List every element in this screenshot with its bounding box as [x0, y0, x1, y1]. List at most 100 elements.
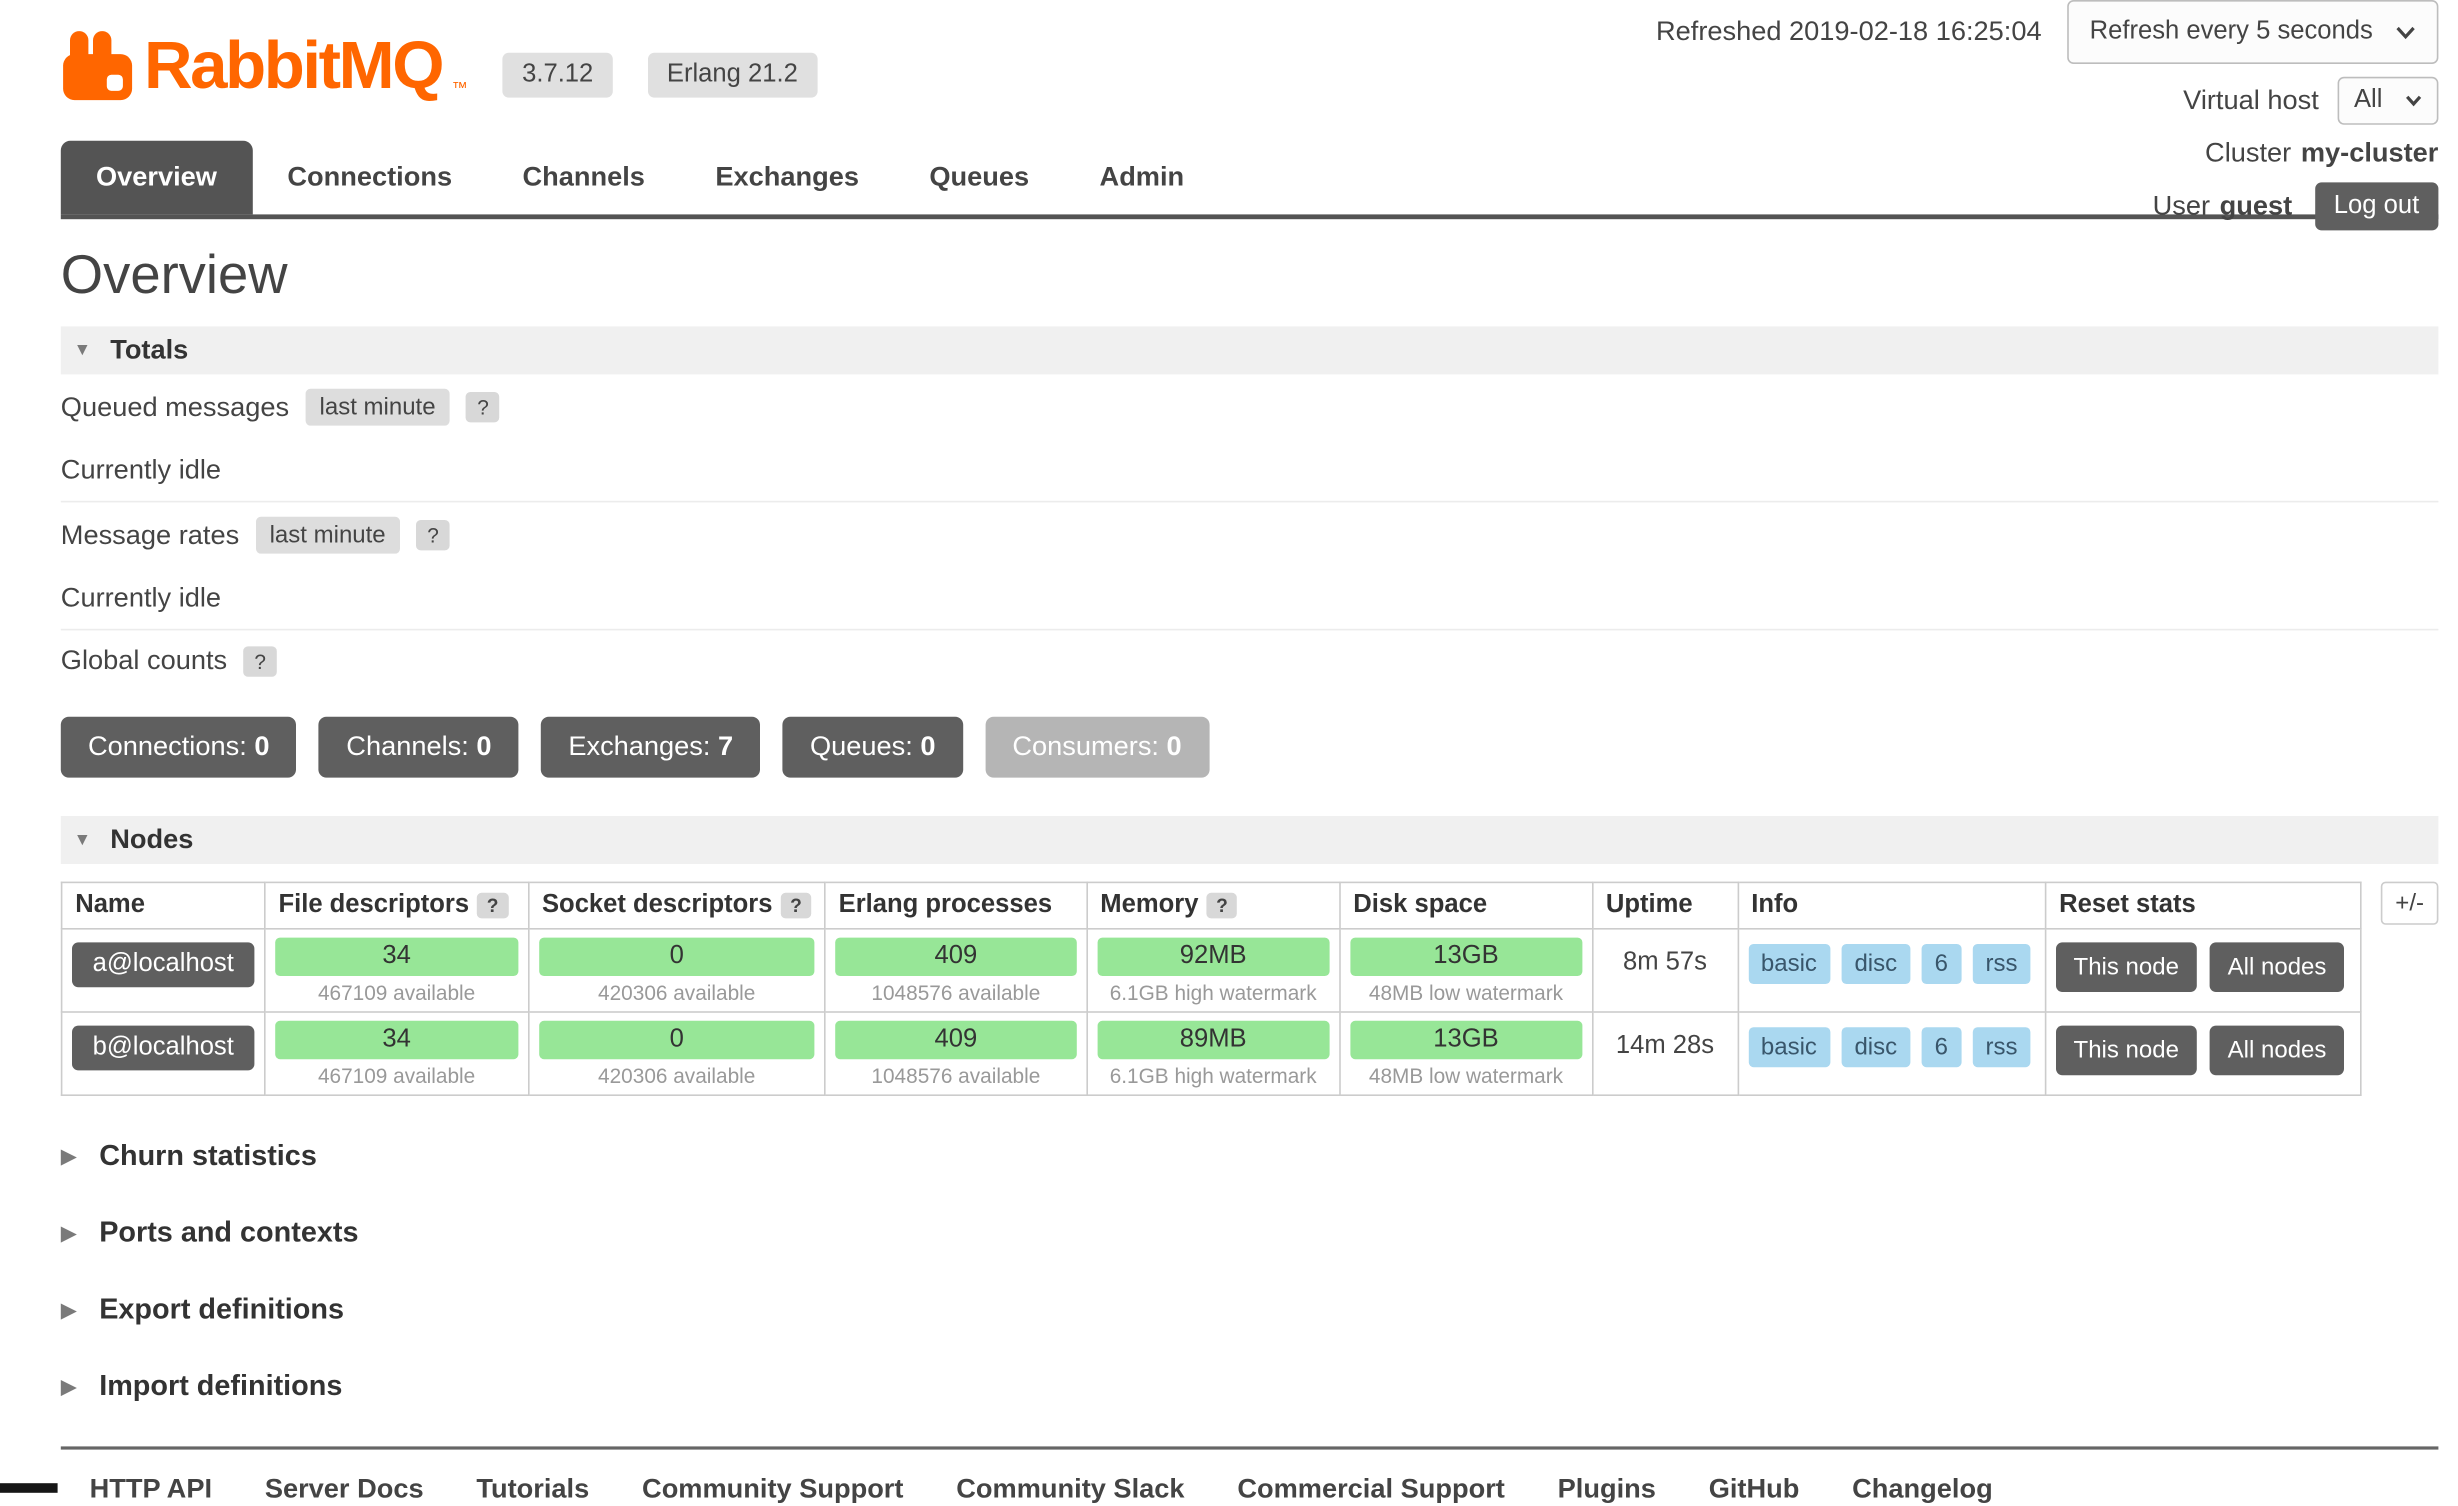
file-descriptors-meter: 34 [275, 938, 518, 976]
footer-link-community-support[interactable]: Community Support [642, 1474, 903, 1506]
virtual-host-select[interactable]: All [2338, 77, 2438, 125]
memory-watermark: 6.1GB high watermark [1097, 1064, 1329, 1088]
socket-descriptors-help-icon[interactable]: ? [780, 893, 811, 919]
queued-messages-window-badge[interactable]: last minute [305, 389, 450, 426]
col-name: Name [62, 882, 265, 928]
erlang-processes-available: 1048576 available [835, 981, 1076, 1005]
reset-all-nodes-button[interactable]: All nodes [2210, 1026, 2344, 1076]
count-value: 0 [920, 731, 935, 761]
node-name-badge[interactable]: b@localhost [72, 1026, 254, 1071]
memory-strategy-badge: rss [1973, 944, 2031, 984]
connections-count-badge: Connections: 0 [61, 717, 297, 778]
socket-descriptors-meter: 0 [539, 938, 815, 976]
footer-link-commercial-support[interactable]: Commercial Support [1237, 1474, 1505, 1506]
footer-link-plugins[interactable]: Plugins [1558, 1474, 1656, 1506]
refresh-interval-select[interactable]: Refresh every 5 seconds [2067, 0, 2438, 64]
brand-name: RabbitMQ [144, 32, 442, 99]
reset-this-node-button[interactable]: This node [2056, 1026, 2197, 1076]
collapse-icon: ▼ [74, 830, 91, 849]
socket-descriptors-available: 420306 available [539, 981, 815, 1005]
global-counts-row: Global counts ? [61, 630, 2439, 691]
count-label: Exchanges: [568, 731, 710, 761]
user-name: guest [2220, 190, 2293, 222]
section-churn-statistics[interactable]: ▶ Churn statistics [61, 1139, 2439, 1173]
column-toggle-button[interactable]: +/- [2381, 882, 2439, 925]
totals-section-toggle[interactable]: ▼ Totals [61, 326, 2439, 374]
tab-queues[interactable]: Queues [894, 141, 1064, 215]
memory-meter: 92MB [1097, 938, 1329, 976]
tab-overview[interactable]: Overview [61, 141, 252, 215]
refreshed-timestamp: Refreshed 2019-02-18 16:25:04 [1656, 16, 2042, 48]
node-type-badge: disc [1842, 1027, 1910, 1067]
socket-descriptors-meter: 0 [539, 1021, 815, 1059]
section-import-definitions[interactable]: ▶ Import definitions [61, 1370, 2439, 1404]
cluster-name: my-cluster [2301, 138, 2439, 170]
global-counts-help-icon[interactable]: ? [243, 646, 277, 676]
col-uptime: Uptime [1592, 882, 1737, 928]
queued-messages-help-icon[interactable]: ? [466, 392, 500, 422]
memory-strategy-badge: rss [1973, 1027, 2031, 1067]
virtual-host-label: Virtual host [2183, 85, 2319, 117]
footer-link-github[interactable]: GitHub [1709, 1474, 1800, 1506]
count-label: Queues: [810, 731, 913, 761]
footer: HTTP API Server Docs Tutorials Community… [61, 1446, 2439, 1505]
message-rates-window-badge[interactable]: last minute [255, 517, 400, 554]
header-right: Refreshed 2019-02-18 16:25:04 Refresh ev… [1656, 0, 2438, 230]
footer-link-server-docs[interactable]: Server Docs [265, 1474, 424, 1506]
viewport: RabbitMQ ™ 3.7.12 Erlang 21.2 Refreshed … [0, 0, 2458, 1493]
footer-link-community-slack[interactable]: Community Slack [956, 1474, 1184, 1506]
footer-link-tutorials[interactable]: Tutorials [476, 1474, 589, 1506]
reset-this-node-button[interactable]: This node [2056, 942, 2197, 992]
stats-level-badge: basic [1748, 1027, 1830, 1067]
info-cell: basic disc 6 rss [1738, 1012, 2046, 1095]
file-descriptors-meter: 34 [275, 1021, 518, 1059]
logout-button[interactable]: Log out [2315, 182, 2439, 230]
disk-space-cell: 13GB 48MB low watermark [1340, 1012, 1593, 1095]
section-label: Ports and contexts [99, 1216, 358, 1250]
count-value: 7 [718, 731, 733, 761]
col-memory: Memory? [1087, 882, 1340, 928]
disk-space-meter: 13GB [1350, 1021, 1582, 1059]
tab-connections[interactable]: Connections [252, 141, 487, 215]
message-rates-row: Message rates last minute ? [61, 502, 2439, 568]
count-value: 0 [476, 731, 491, 761]
file-descriptors-help-icon[interactable]: ? [477, 893, 508, 919]
virtual-host-row: Virtual host All [2183, 77, 2438, 125]
nodes-section-toggle[interactable]: ▼ Nodes [61, 816, 2439, 864]
consumers-count-badge: Consumers: 0 [985, 717, 1209, 778]
file-descriptors-cell: 34 467109 available [265, 929, 529, 1012]
memory-help-icon[interactable]: ? [1206, 893, 1237, 919]
section-ports-and-contexts[interactable]: ▶ Ports and contexts [61, 1216, 2439, 1250]
chevron-down-icon [2395, 25, 2416, 39]
erlang-processes-available: 1048576 available [835, 1064, 1076, 1088]
queued-messages-label: Queued messages [61, 391, 289, 423]
col-disk-space: Disk space [1340, 882, 1593, 928]
footer-link-http-api[interactable]: HTTP API [90, 1474, 212, 1506]
col-erlang-processes: Erlang processes [825, 882, 1087, 928]
col-file-descriptors: File descriptors? [265, 882, 529, 928]
footer-link-changelog[interactable]: Changelog [1852, 1474, 1993, 1506]
memory-cell: 92MB 6.1GB high watermark [1087, 929, 1340, 1012]
refresh-row: Refreshed 2019-02-18 16:25:04 Refresh ev… [1656, 0, 2438, 64]
section-export-definitions[interactable]: ▶ Export definitions [61, 1293, 2439, 1327]
col-info: Info [1738, 882, 2046, 928]
tab-channels[interactable]: Channels [487, 141, 680, 215]
erlang-version-badge: Erlang 21.2 [648, 53, 817, 98]
reset-stats-cell: This node All nodes [2046, 1012, 2361, 1095]
trademark-symbol: ™ [452, 80, 468, 98]
expand-icon: ▶ [61, 1374, 77, 1400]
node-name-badge[interactable]: a@localhost [72, 942, 254, 987]
channels-count-badge: Channels: 0 [319, 717, 519, 778]
node-row-a: a@localhost 34 467109 available 0 420306… [62, 929, 2361, 1012]
message-rates-help-icon[interactable]: ? [416, 520, 450, 550]
tab-exchanges[interactable]: Exchanges [680, 141, 894, 215]
expand-icon: ▶ [61, 1220, 77, 1246]
expand-icon: ▶ [61, 1143, 77, 1169]
disk-space-meter: 13GB [1350, 938, 1582, 976]
reset-all-nodes-button[interactable]: All nodes [2210, 942, 2344, 992]
nodes-table: Name File descriptors? Socket descriptor… [61, 882, 2362, 1096]
section-label: Churn statistics [99, 1139, 317, 1173]
rabbitmq-logo[interactable]: RabbitMQ ™ [61, 29, 468, 103]
tab-admin[interactable]: Admin [1064, 141, 1219, 215]
count-value: 0 [254, 731, 269, 761]
